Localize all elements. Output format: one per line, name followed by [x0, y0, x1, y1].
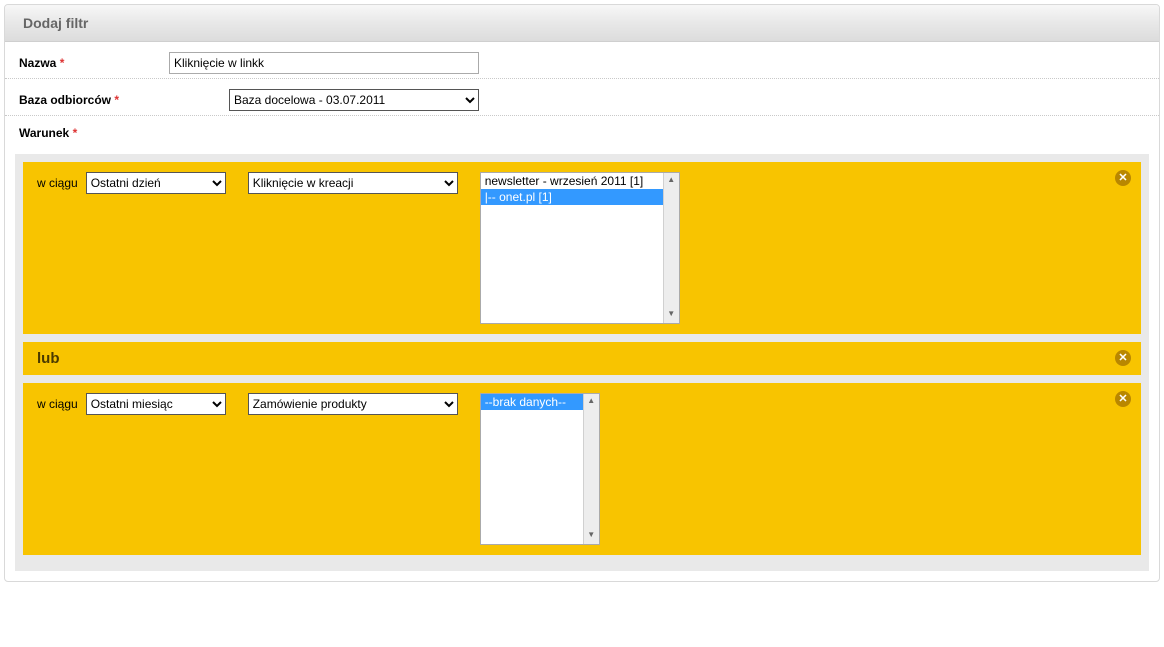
w-ciagu-label: w ciągu	[37, 172, 78, 194]
event-select[interactable]: Kliknięcie w kreacji	[248, 172, 458, 194]
name-input[interactable]	[169, 52, 479, 74]
label-condition-text: Warunek	[19, 126, 69, 140]
label-base: Baza odbiorców *	[19, 93, 169, 107]
time-select[interactable]: Ostatni miesiąc	[86, 393, 226, 415]
scroll-up-icon[interactable]: ▲	[584, 394, 599, 410]
time-select[interactable]: Ostatni dzień	[86, 172, 226, 194]
condition-block: w ciągu Ostatni dzień Kliknięcie w kreac…	[23, 162, 1141, 334]
row-condition-label: Warunek *	[5, 116, 1159, 148]
listbox-scrollbar[interactable]: ▲ ▼	[583, 394, 599, 544]
required-asterisk: *	[60, 56, 65, 70]
required-asterisk: *	[73, 126, 78, 140]
required-asterisk: *	[114, 93, 119, 107]
event-select[interactable]: Zamówienie produkty	[248, 393, 458, 415]
label-base-text: Baza odbiorców	[19, 93, 111, 107]
list-item[interactable]: |-- onet.pl [1]	[481, 189, 663, 205]
list-item[interactable]: newsletter - wrzesień 2011 [1]	[481, 173, 663, 189]
or-separator: lub ✕	[23, 342, 1141, 375]
label-name: Nazwa *	[19, 56, 169, 70]
listbox-items: --brak danych--	[481, 394, 583, 544]
details-listbox[interactable]: newsletter - wrzesień 2011 [1] |-- onet.…	[480, 172, 680, 324]
details-listbox[interactable]: --brak danych-- ▲ ▼	[480, 393, 600, 545]
row-name: Nazwa *	[5, 42, 1159, 79]
conditions-container: w ciągu Ostatni dzień Kliknięcie w kreac…	[15, 154, 1149, 571]
condition-block: w ciągu Ostatni miesiąc Zamówienie produ…	[23, 383, 1141, 555]
add-filter-panel: Dodaj filtr Nazwa * Baza odbiorców * Baz…	[4, 4, 1160, 582]
scroll-down-icon[interactable]: ▼	[664, 307, 679, 323]
remove-condition-button[interactable]: ✕	[1115, 170, 1131, 186]
base-select[interactable]: Baza docelowa - 03.07.2011	[229, 89, 479, 111]
remove-condition-button[interactable]: ✕	[1115, 391, 1131, 407]
list-item[interactable]: --brak danych--	[481, 394, 583, 410]
panel-title: Dodaj filtr	[5, 5, 1159, 42]
row-base: Baza odbiorców * Baza docelowa - 03.07.2…	[5, 79, 1159, 116]
label-condition: Warunek *	[19, 126, 169, 140]
or-label-text: lub	[37, 350, 60, 367]
scroll-up-icon[interactable]: ▲	[664, 173, 679, 189]
scroll-down-icon[interactable]: ▼	[584, 528, 599, 544]
w-ciagu-label: w ciągu	[37, 393, 78, 415]
listbox-scrollbar[interactable]: ▲ ▼	[663, 173, 679, 323]
listbox-items: newsletter - wrzesień 2011 [1] |-- onet.…	[481, 173, 663, 323]
remove-or-button[interactable]: ✕	[1115, 350, 1131, 366]
label-name-text: Nazwa	[19, 56, 56, 70]
